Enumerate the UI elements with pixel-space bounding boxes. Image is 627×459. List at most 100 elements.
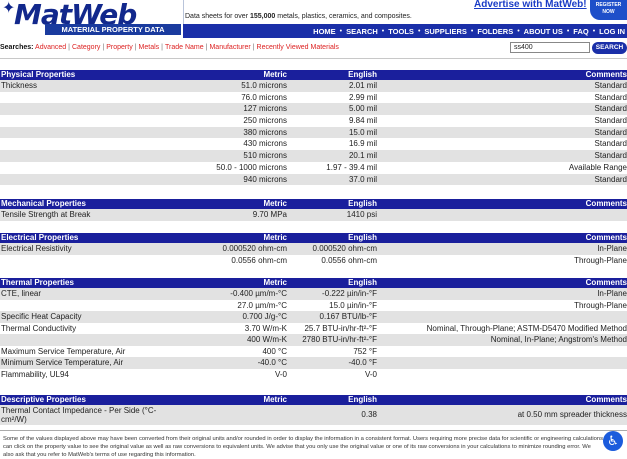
nav-suppliers[interactable]: SUPPLIERS: [424, 27, 467, 36]
metric-value[interactable]: 0.0556 ohm-cm: [159, 255, 287, 267]
metric-value[interactable]: 0.700 J/g-°C: [159, 311, 287, 323]
accessibility-icon[interactable]: ♿: [603, 431, 623, 451]
english-value[interactable]: 37.0 mil: [287, 174, 377, 186]
table-row: 76.0 microns 2.99 mil Standard: [0, 92, 627, 104]
search-button[interactable]: SEARCH: [592, 42, 627, 54]
english-value[interactable]: -0.222 µin/in-°F: [287, 288, 377, 300]
section-title: Thermal Properties: [1, 278, 74, 287]
metric-value[interactable]: 250 microns: [159, 115, 287, 127]
english-value[interactable]: 2780 BTU-in/hr-ft²-°F: [287, 334, 377, 346]
property-name: [0, 255, 159, 267]
advertise-link[interactable]: Advertise with MatWeb!: [474, 0, 587, 10]
nav-tools[interactable]: TOOLS: [388, 27, 414, 36]
search-link-category[interactable]: Category: [72, 44, 100, 51]
metric-value[interactable]: 430 microns: [159, 138, 287, 150]
search-link-metals[interactable]: Metals: [139, 44, 160, 51]
metric-value[interactable]: 400 W/m-K: [159, 334, 287, 346]
english-value[interactable]: 0.167 BTU/lb-°F: [287, 311, 377, 323]
metric-value[interactable]: -40.0 °C: [159, 357, 287, 369]
english-value[interactable]: 2.01 mil: [287, 80, 377, 92]
nav-separator-icon: •: [381, 27, 385, 35]
nav-folders[interactable]: FOLDERS: [477, 27, 513, 36]
column-header-comments: Comments: [585, 70, 627, 79]
section-title: Electrical Properties: [1, 233, 79, 242]
search-input[interactable]: [510, 42, 590, 53]
comment-value: Nominal, Through-Plane; ASTM-D5470 Modif…: [426, 323, 627, 333]
english-value[interactable]: 15.0 mil: [287, 127, 377, 139]
column-header-english: English: [348, 278, 377, 287]
search-link-property[interactable]: Property: [106, 44, 132, 51]
comment-value: Standard: [594, 116, 627, 126]
comment-value: Standard: [594, 174, 627, 184]
search-link-trade-name[interactable]: Trade Name: [165, 44, 204, 51]
metric-value[interactable]: 0.000520 ohm-cm: [159, 243, 287, 255]
comment-value: Standard: [594, 139, 627, 149]
comment-value: [377, 311, 627, 323]
tagline-count: 155,000: [249, 13, 276, 20]
table-row: Specific Heat Capacity 0.700 J/g-°C 0.167 …: [0, 311, 627, 323]
english-value[interactable]: 0.38: [287, 409, 377, 421]
table-row: 127 microns 5.00 mil Standard: [0, 103, 627, 116]
nav-search[interactable]: SEARCH: [346, 27, 378, 36]
search-link-advanced[interactable]: Advanced: [35, 44, 66, 51]
metric-value[interactable]: 380 microns: [159, 127, 287, 139]
metric-value[interactable]: 400 °C: [159, 346, 287, 358]
property-name: [0, 150, 159, 162]
english-value[interactable]: 25.7 BTU-in/hr-ft²-°F: [287, 323, 377, 335]
english-value[interactable]: 20.1 mil: [287, 150, 377, 162]
metric-value[interactable]: 127 microns: [159, 103, 287, 115]
english-value[interactable]: 0.000520 ohm-cm: [287, 243, 377, 255]
property-name: [0, 103, 159, 115]
property-name: CTE, linear: [1, 289, 42, 298]
english-value[interactable]: 16.9 mil: [287, 138, 377, 150]
english-value[interactable]: V-0: [287, 369, 377, 381]
column-header-english: English: [348, 70, 377, 79]
property-name: Thickness: [1, 81, 38, 90]
table-row: Electrical Resistivity 0.000520 ohm-cm 0.0…: [0, 243, 627, 255]
english-value[interactable]: 5.00 mil: [287, 103, 377, 115]
english-value[interactable]: 0.0556 ohm-cm: [287, 255, 377, 267]
english-value[interactable]: 1.97 - 39.4 mil: [287, 162, 377, 174]
mechanical-properties-table: Mechanical Properties Metric English Commen…: [0, 199, 627, 221]
search-link-separator: |: [205, 44, 208, 51]
metric-value[interactable]: 940 microns: [159, 174, 287, 186]
column-header-metric: Metric: [263, 70, 287, 79]
nav-separator-icon: •: [339, 27, 343, 35]
search-link-recently-viewed-materials[interactable]: Recently Viewed Materials: [257, 44, 339, 51]
metric-value[interactable]: -0.400 µm/m-°C: [159, 288, 287, 300]
english-value[interactable]: 15.0 µin/in-°F: [287, 300, 377, 312]
nav-home[interactable]: HOME: [313, 27, 336, 36]
property-name: Specific Heat Capacity: [1, 312, 82, 321]
search-link-manufacturer[interactable]: Manufacturer: [209, 44, 250, 51]
property-name: Thermal Conductivity: [1, 323, 77, 333]
metric-value[interactable]: V-0: [159, 369, 287, 381]
metric-value[interactable]: 3.70 W/m-K: [159, 323, 287, 335]
metric-value[interactable]: 51.0 microns: [159, 80, 287, 92]
search-link-separator: |: [252, 44, 255, 51]
comment-value: Nominal, In-Plane; Angstrom's Method: [490, 335, 627, 344]
english-value[interactable]: 9.84 mil: [287, 115, 377, 127]
disclaimer-text: Some of the values displayed above may h…: [0, 430, 627, 459]
nav-faq[interactable]: FAQ: [573, 27, 588, 36]
english-value[interactable]: 752 °F: [287, 346, 377, 358]
matweb-logo[interactable]: ✦ MatWeb MATERIAL PROPERTY DATA: [0, 0, 184, 38]
nav-about-us[interactable]: ABOUT US: [524, 27, 563, 36]
metric-value[interactable]: 510 microns: [159, 150, 287, 162]
nav-separator-icon: •: [417, 27, 421, 35]
table-row: Thermal Conductivity 3.70 W/m-K 25.7 BTU-i…: [0, 323, 627, 335]
nav-separator-icon: •: [592, 27, 596, 35]
metric-value[interactable]: 76.0 microns: [159, 92, 287, 104]
metric-value[interactable]: 50.0 - 1000 microns: [159, 162, 287, 174]
logo-subtitle: MATERIAL PROPERTY DATA: [45, 24, 181, 35]
english-value[interactable]: 2.99 mil: [287, 92, 377, 104]
metric-value[interactable]: 9.70 MPa: [159, 209, 287, 221]
nav-log-in[interactable]: LOG IN: [599, 27, 625, 36]
metric-value[interactable]: 27.0 µm/m-°C: [159, 300, 287, 312]
table-row: Thickness 51.0 microns 2.01 mil Standard: [0, 80, 627, 92]
english-value[interactable]: 1410 psi: [287, 209, 377, 221]
english-value[interactable]: -40.0 °F: [287, 357, 377, 369]
register-badge[interactable]: REGISTER NOW: [590, 0, 627, 20]
nav-separator-icon: •: [566, 27, 570, 35]
comment-value: In-Plane: [597, 289, 627, 298]
column-header-metric: Metric: [263, 395, 287, 404]
